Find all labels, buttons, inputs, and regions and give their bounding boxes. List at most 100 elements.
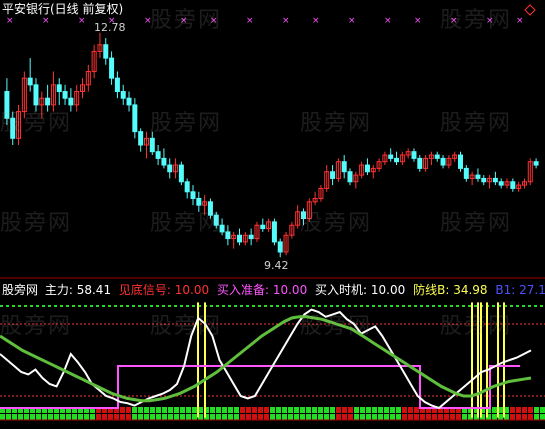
bottom-band-block	[270, 414, 275, 420]
bottom-band-block	[354, 407, 359, 413]
bottom-band-block	[144, 407, 149, 413]
candle-body	[498, 181, 504, 186]
bottom-band-block	[492, 407, 497, 413]
bottom-band-block	[402, 407, 407, 413]
bottom-band-block	[234, 407, 239, 413]
chart-canvas[interactable]: × × × × × × × × × × × × × × × ×	[0, 0, 545, 425]
candle-body	[138, 131, 144, 146]
bottom-band-block	[342, 414, 347, 420]
main-label: 主力:	[44, 283, 73, 297]
bottom-band-block	[54, 414, 59, 420]
bottom-band-block	[312, 407, 317, 413]
buy-timing-value: 10.00	[370, 283, 406, 297]
bottom-band-block	[126, 407, 131, 413]
signal-marker: ×	[450, 16, 458, 26]
candle-body	[109, 57, 115, 79]
candle-body	[300, 211, 306, 220]
candle-body	[463, 167, 469, 179]
bottom-band-block	[120, 414, 125, 420]
bottom-band-block	[210, 414, 215, 420]
bottom-band-block	[366, 407, 371, 413]
bottom-band-block	[180, 414, 185, 420]
candle-body	[440, 157, 446, 166]
bottom-band-block	[492, 414, 497, 420]
defense-b-value: 34.98	[453, 283, 488, 297]
bottom-band-block	[0, 414, 5, 420]
bottom-band-block	[444, 414, 449, 420]
bottom-band-block	[66, 414, 71, 420]
bottom-band-block	[348, 414, 353, 420]
candle-body	[213, 214, 219, 226]
bottom-band-block	[312, 414, 317, 420]
bottom-band-block	[144, 414, 149, 420]
candle-body	[149, 137, 155, 153]
indicator-item-buy-timing: 买入时机: 10.00	[315, 283, 409, 297]
bottom-band-block	[222, 407, 227, 413]
bottom-band-block	[396, 414, 401, 420]
bottom-band-block	[210, 407, 215, 413]
signal-marker: ×	[42, 16, 50, 26]
stock-chart[interactable]: × × × × × × × × × × × × × × × × 平安银行(日线 前复权) 12.78 9.42…	[0, 0, 545, 425]
bottom-band-block	[516, 414, 521, 420]
bottom-band-block	[174, 407, 179, 413]
bottom-band-block	[336, 407, 341, 413]
bottom-band-block	[270, 407, 275, 413]
bottom-band-block	[402, 414, 407, 420]
candle-body	[45, 97, 51, 106]
indicator-header: 股旁网 主力: 58.41 见底信号: 10.00 买入准备: 10.00 买入…	[2, 283, 545, 297]
indicator-series-line	[0, 315, 532, 403]
bottom-band-block	[132, 414, 137, 420]
signal-marker: ×	[210, 16, 218, 26]
bottom-band-block	[330, 414, 335, 420]
buy-ready-label: 买入准备:	[216, 283, 270, 297]
bottom-band-block	[192, 407, 197, 413]
bottom-band-block	[264, 407, 269, 413]
candle-body	[277, 241, 283, 253]
candle-body	[167, 164, 173, 173]
bottom-signal-value: 10.00	[174, 283, 210, 297]
candle-body	[533, 161, 539, 166]
candle-body	[219, 224, 225, 233]
indicator-item-main: 主力: 58.41	[45, 283, 115, 297]
bottom-band-block	[114, 414, 119, 420]
candle-body	[347, 171, 353, 183]
bottom-band-block	[528, 407, 533, 413]
signal-marker: ×	[78, 16, 86, 26]
bottom-band-block	[216, 414, 221, 420]
bottom-band-block	[90, 414, 95, 420]
bottom-band-block	[510, 407, 515, 413]
bottom-band-block	[102, 414, 107, 420]
bottom-band-block	[294, 407, 299, 413]
bottom-band-block	[396, 407, 401, 413]
bottom-band-block	[36, 414, 41, 420]
bottom-band-block	[216, 407, 221, 413]
bottom-band-block	[174, 414, 179, 420]
bottom-band-block	[282, 414, 287, 420]
bottom-band-block	[246, 407, 251, 413]
bottom-band-block	[84, 414, 89, 420]
bottom-band-block	[540, 414, 545, 420]
indicator-item-buy-ready: 买入准备: 10.00	[217, 283, 311, 297]
bottom-band-block	[288, 414, 293, 420]
bottom-band-block	[384, 414, 389, 420]
bottom-band-block	[318, 407, 323, 413]
bottom-band-block	[510, 414, 515, 420]
bottom-band-block	[534, 414, 539, 420]
bottom-band-block	[180, 407, 185, 413]
bottom-band-block	[186, 407, 191, 413]
candle-body	[417, 157, 423, 169]
bottom-band-block	[162, 407, 167, 413]
candle-body	[481, 177, 487, 183]
bottom-band-block	[282, 407, 287, 413]
indicator-item-bottom-signal: 见底信号: 10.00	[119, 283, 213, 297]
candle-body	[457, 154, 463, 169]
b1-value: 27.15	[519, 283, 545, 297]
bottom-band-block	[534, 407, 539, 413]
bottom-band-block	[96, 414, 101, 420]
candle-body	[120, 91, 126, 99]
bottom-band-block	[414, 414, 419, 420]
bottom-band-block	[24, 414, 29, 420]
bottom-band-block	[318, 414, 323, 420]
signal-marker: ×	[282, 16, 290, 26]
candle-body	[237, 234, 243, 243]
